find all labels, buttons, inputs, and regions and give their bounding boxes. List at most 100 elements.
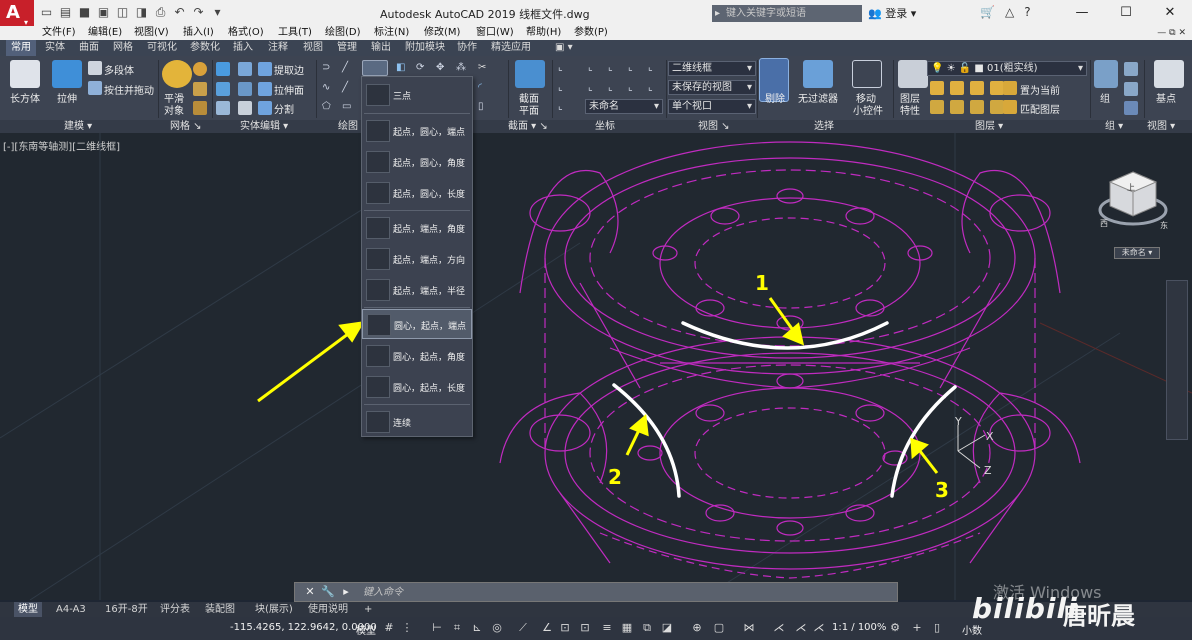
3d-object-snap-icon[interactable]: ◪: [660, 621, 674, 635]
union-icon[interactable]: [216, 62, 230, 76]
arc-center-start-angle[interactable]: 圆心，起点，角度: [362, 341, 472, 371]
layer-properties-label-2[interactable]: 特性: [900, 102, 920, 117]
array-icon[interactable]: ⁂: [456, 62, 466, 73]
tab-layout-16k-8k[interactable]: 16开-8开: [101, 602, 152, 617]
group-icon[interactable]: [1094, 60, 1118, 88]
panel-title-selection[interactable]: 选择: [814, 120, 834, 133]
box-icon[interactable]: [10, 60, 40, 88]
layer-tool-icon[interactable]: [990, 81, 1004, 95]
close-icon[interactable]: ✕: [303, 585, 317, 599]
minimize-icon[interactable]: —: [1060, 0, 1104, 26]
panel-title-layers[interactable]: 图层 ▾: [975, 120, 1003, 133]
mesh-tool-icon[interactable]: [193, 101, 207, 115]
tab-solid[interactable]: 实体: [40, 40, 70, 56]
undo-icon[interactable]: ↶: [171, 4, 188, 21]
move-gizmo-label-2[interactable]: 小控件: [853, 102, 883, 117]
close-icon[interactable]: ✕: [1148, 0, 1192, 26]
mesh-tool-icon[interactable]: [193, 62, 207, 76]
line-icon[interactable]: ╱: [342, 62, 348, 73]
menu-format[interactable]: 格式(O): [228, 26, 264, 40]
subtract-icon[interactable]: [216, 82, 230, 96]
tab-collaborate[interactable]: 协作: [452, 40, 482, 56]
arc-three-point[interactable]: 三点: [362, 80, 472, 110]
separate-icon[interactable]: [258, 101, 272, 115]
rotate-icon[interactable]: ⟳: [416, 62, 424, 73]
osnap-icon[interactable]: ⊡: [558, 621, 572, 635]
layer-tool-icon[interactable]: [950, 81, 964, 95]
isodraft-icon[interactable]: ⟋: [516, 621, 530, 635]
visual-style-combo[interactable]: 二维线框: [668, 61, 756, 76]
panel-title-draw[interactable]: 绘图: [338, 120, 358, 133]
navigation-bar[interactable]: [1166, 280, 1188, 440]
help-icon[interactable]: ?: [1024, 5, 1030, 19]
panel-title-mesh[interactable]: 网格 ↘: [170, 120, 202, 133]
polar-icon[interactable]: ◎: [490, 621, 504, 635]
arc-dropdown-button[interactable]: [362, 60, 388, 76]
transparency-icon[interactable]: ▦: [620, 621, 634, 635]
menu-draw[interactable]: 绘图(D): [325, 26, 361, 40]
ucs-icon[interactable]: ⌞: [628, 62, 633, 73]
tab-featured-apps[interactable]: 精选应用: [486, 40, 536, 56]
login-button[interactable]: 👥 登录 ▾: [868, 5, 916, 21]
save-icon[interactable]: ■: [76, 4, 93, 21]
menu-parametric[interactable]: 参数(P): [574, 26, 608, 40]
separate-label[interactable]: 分割: [274, 101, 294, 116]
section-plane-label-2[interactable]: 平面: [519, 102, 539, 117]
extract-edges-label[interactable]: 提取边: [274, 62, 304, 77]
solid-edit-icon[interactable]: [238, 101, 252, 115]
spline-icon[interactable]: ∿: [322, 82, 330, 93]
units-icon[interactable]: ▯: [930, 621, 944, 635]
group-tool-icon[interactable]: [1124, 62, 1138, 76]
mirror-icon[interactable]: ◧: [396, 62, 405, 73]
tab-parametric[interactable]: 参数化: [185, 40, 225, 56]
arc-start-center-end[interactable]: 起点，圆心，端点: [362, 116, 472, 146]
layer-tool-icon[interactable]: [950, 100, 964, 114]
ucs-icon[interactable]: ⌞: [588, 82, 593, 93]
solid-edit-icon[interactable]: [238, 62, 252, 76]
menu-help[interactable]: 帮助(H): [526, 26, 561, 40]
cart-icon[interactable]: 🛒: [980, 5, 995, 19]
plot-icon[interactable]: ⎙: [152, 4, 169, 21]
tab-addins[interactable]: 附加模块: [400, 40, 450, 56]
annotation-scale-icon[interactable]: ⋌: [812, 621, 826, 635]
layer-tool-icon[interactable]: [930, 81, 944, 95]
panel-title-coordinates[interactable]: 坐标: [595, 120, 615, 133]
tab-view[interactable]: 视图: [298, 40, 328, 56]
tab-mesh[interactable]: 网格: [108, 40, 138, 56]
ucs-icon[interactable]: ⌞: [648, 82, 653, 93]
base-point-icon[interactable]: [1154, 60, 1184, 88]
menu-window[interactable]: 窗口(W): [476, 26, 514, 40]
move-icon[interactable]: ✥: [436, 62, 444, 73]
panel-title-view[interactable]: 视图 ↘: [698, 120, 730, 133]
tab-layout-score[interactable]: 评分表: [156, 602, 194, 617]
tab-home[interactable]: 常用: [6, 40, 36, 56]
tab-manage[interactable]: 管理: [332, 40, 362, 56]
dynamic-ucs-icon[interactable]: ⊕: [690, 621, 704, 635]
command-history-icon[interactable]: ▸: [339, 585, 353, 599]
panel-title-view2[interactable]: 视图 ▾: [1147, 120, 1175, 133]
ucs-icon[interactable]: ⌞: [558, 82, 563, 93]
tab-insert[interactable]: 插入: [228, 40, 258, 56]
open-icon[interactable]: ▤: [57, 4, 74, 21]
solid-edit-icon[interactable]: [238, 82, 252, 96]
layer-tool-icon[interactable]: [990, 100, 1004, 114]
set-current-icon[interactable]: [1003, 81, 1017, 95]
arc-center-start-length[interactable]: 圆心，起点，长度: [362, 372, 472, 402]
redo-icon[interactable]: ↷: [190, 4, 207, 21]
mesh-tool-icon[interactable]: [193, 82, 207, 96]
arc-center-start-end[interactable]: 圆心，起点，端点: [362, 309, 472, 339]
osnap-3d-icon[interactable]: ⊡: [578, 621, 592, 635]
ortho-icon[interactable]: ⊾: [470, 621, 484, 635]
section-plane-icon[interactable]: [515, 60, 545, 88]
command-input[interactable]: 键入命令: [363, 585, 893, 600]
tab-surface[interactable]: 曲面: [74, 40, 104, 56]
layer-tool-icon[interactable]: [970, 81, 984, 95]
tab-layout-instructions[interactable]: 使用说明: [304, 602, 352, 617]
panel-title-modeling[interactable]: 建模 ▾: [64, 120, 92, 133]
menu-file[interactable]: 文件(F): [42, 26, 76, 40]
saved-view-combo[interactable]: 未保存的视图: [668, 80, 756, 95]
drawing-area[interactable]: [-][东南等轴测][二维线框] 1 2 3 Y X Z 三点 起点，圆心，端点…: [0, 76, 1192, 602]
culling-label[interactable]: 剔除: [765, 90, 785, 105]
offset-icon[interactable]: ▯: [478, 101, 484, 112]
lineweight-icon[interactable]: ≡: [600, 621, 614, 635]
